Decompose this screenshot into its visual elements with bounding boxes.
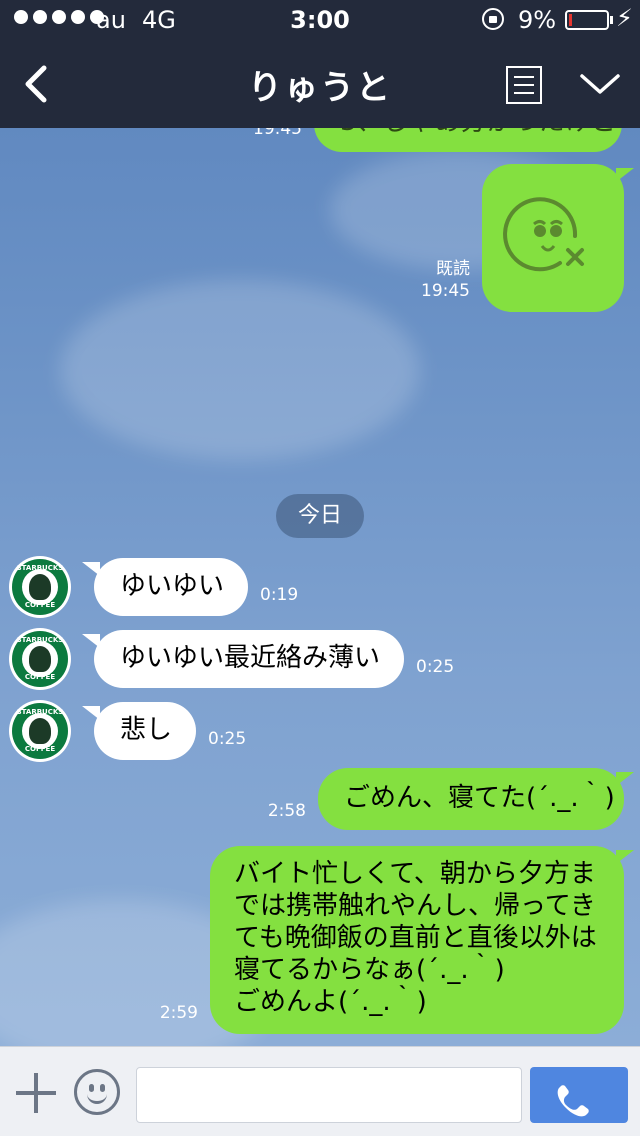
avatar[interactable]: STARBUCKS COFFEE [9,700,71,762]
phone-icon [557,1085,589,1117]
chevron-down-icon[interactable] [578,70,622,98]
status-bar: au 4G 3:00 9% ⚡︎ [0,0,640,40]
message-bubble-incoming[interactable]: ゆいゆい [94,558,248,616]
call-button[interactable] [530,1067,628,1123]
message-bubble-incoming[interactable]: ゆいゆい最近絡み薄い [94,630,404,688]
charging-bolt-icon: ⚡︎ [616,4,633,32]
orientation-lock-icon [482,8,504,30]
avatar-label-top: STARBUCKS [16,636,64,644]
message-bubble-outgoing[interactable]: バイト忙しくて、朝から夕方ま では携帯触れやんし、帰ってき ても晩御飯の直前と直… [210,846,624,1034]
message-line: ごめんよ(´._.｀) [234,987,427,1017]
message-time: 0:25 [416,657,455,677]
bubble-tail [616,168,634,182]
bubble-tail [616,772,634,786]
bubble-tail [616,850,634,864]
message-bubble-incoming[interactable]: 悲し [94,702,196,760]
message-line: ても晩御飯の直前と直後以外は [234,923,597,953]
top-bar: au 4G 3:00 9% ⚡︎ りゅうと [0,0,640,128]
avatar-label-top: STARBUCKS [16,564,64,572]
avatar-label-bottom: COFFEE [24,673,56,681]
message-time: 0:25 [208,729,247,749]
battery-icon [565,10,609,30]
message-line: では携帯触れやんし、帰ってき [234,891,596,921]
avatar[interactable]: STARBUCKS COFFEE [9,628,71,690]
sad-face-sticker-icon [503,197,584,272]
message-time: 2:58 [267,801,306,821]
background-cloud [60,280,420,460]
message-text: ゆいゆい [120,571,225,601]
message-text: ごめん、寝てた(´._.｀) [344,783,615,813]
chat-title: りゅうと [248,68,392,108]
message-input[interactable] [136,1067,522,1123]
chat-screen: au 4G 3:00 9% ⚡︎ りゅうと 3、じゃあ分かったけど 19:45 [0,0,640,1136]
day-separator: 今日 [276,494,364,538]
avatar-label-top: STARBUCKS [16,708,64,716]
message-bubble-outgoing[interactable]: ごめん、寝てた(´._.｀) [318,768,624,830]
message-time: 19:45 [421,281,470,301]
message-time: 0:19 [260,585,299,605]
sticker-bubble[interactable] [482,164,624,312]
chat-header: りゅうと [0,40,640,128]
message-text: ゆいゆい最近絡み薄い [120,643,381,673]
message-time: 2:59 [159,1003,198,1023]
avatar[interactable]: STARBUCKS COFFEE [9,556,71,618]
battery-percent: 9% [518,6,557,34]
message-line: 寝てるからなぁ(´._.｀) [234,955,505,985]
plus-icon[interactable] [16,1073,56,1113]
smiley-icon[interactable] [74,1069,120,1115]
message-line: バイト忙しくて、朝から夕方ま [234,859,596,889]
message-text: 悲し [120,715,173,745]
message-input-bar [0,1046,640,1136]
avatar-label-bottom: COFFEE [24,601,56,609]
battery-tip [610,16,613,24]
sticker-meta: 既読 19:45 [400,258,470,302]
avatar-label-bottom: COFFEE [24,745,56,753]
read-label: 既読 [436,259,470,279]
menu-list-icon[interactable] [506,66,542,104]
